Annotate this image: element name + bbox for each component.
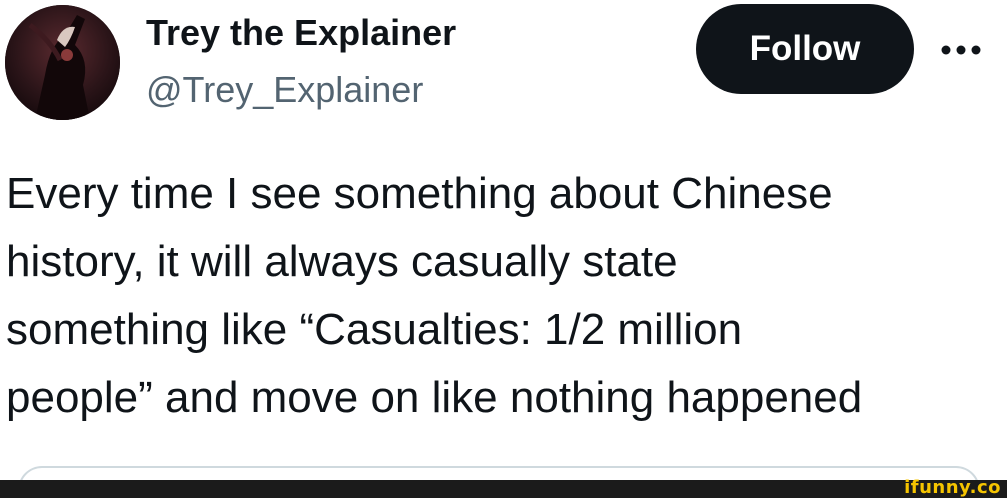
more-options-button[interactable] [935,30,995,70]
watermark-bar: ifunny.co [0,477,1007,498]
more-horizontal-icon [941,45,981,55]
author-display-name[interactable]: Trey the Explainer [146,11,456,55]
follow-button[interactable]: Follow [696,4,914,94]
ifunny-watermark: ifunny.co [904,477,1001,498]
tweet-text: Every time I see something about Chinese… [6,169,863,422]
author-handle[interactable]: @Trey_Explainer [146,68,423,112]
author-avatar[interactable] [5,5,120,120]
avatar-image [5,5,120,120]
tweet-screenshot: Trey the Explainer @Trey_Explainer Follo… [0,0,1007,498]
